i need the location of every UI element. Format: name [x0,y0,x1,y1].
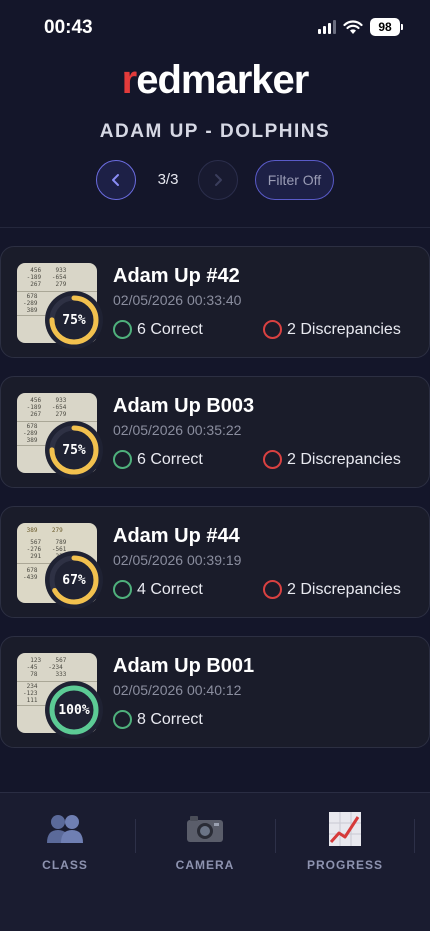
cellular-signal-icon [318,20,336,34]
status-bar: 00:43 98 [0,0,430,56]
card-title: Adam Up B003 [113,395,255,417]
logo-rest: edmarker [136,58,309,102]
battery-level: 98 [378,20,392,34]
logo-r: r [121,58,138,102]
card-date: 02/05/2026 00:33:40 [113,292,242,308]
tab-class[interactable]: CLASS [0,811,135,872]
tab-label: CLASS [42,858,88,872]
discrepancy-label: 2 Discrepancies [287,580,401,598]
status-time: 00:43 [44,17,93,38]
score-percent: 75% [62,442,86,458]
correct-circle-icon [113,580,132,599]
discrepancy-circle-icon [263,450,282,469]
progress-chart-icon [275,811,415,847]
header-divider [0,227,430,228]
chevron-left-icon [112,174,119,186]
tab-label: PROGRESS [306,858,383,872]
discrepancy-count: 2 Discrepancies [263,450,401,469]
page-indicator: 3/3 [157,171,179,188]
result-card[interactable]: 456 933 -189 -654 267 279 678 -289 389 7… [0,246,430,358]
tab-camera[interactable]: CAMERA [135,811,275,872]
correct-count: 6 Correct [113,320,203,339]
previous-page-button[interactable] [96,160,136,200]
score-ring: 75% [45,421,103,479]
correct-count: 4 Correct [113,580,203,599]
card-date: 02/05/2026 00:40:12 [113,682,242,698]
app-logo: redmarker [0,58,430,103]
tab-progress[interactable]: PROGRESS [275,811,415,872]
next-page-button[interactable] [198,160,238,200]
correct-label: 4 Correct [137,580,203,598]
class-title: ADAM UP - DOLPHINS [99,121,331,142]
pager: 3/3 Filter Off [0,160,430,200]
filter-button[interactable]: Filter Off [255,160,334,200]
discrepancy-label: 2 Discrepancies [287,450,401,468]
score-ring: 100% [45,681,103,739]
wifi-icon [343,19,363,34]
discrepancy-count: 2 Discrepancies [263,320,401,339]
battery-indicator: 98 [370,18,403,36]
score-ring: 75% [45,291,103,349]
card-title: Adam Up #42 [113,265,240,287]
card-title: Adam Up #44 [113,525,240,547]
camera-icon [135,811,275,847]
result-card[interactable]: 456 933 -189 -654 267 279 678 -289 389 7… [0,376,430,488]
correct-count: 8 Correct [113,710,203,729]
result-card[interactable]: 389 279 567 789 -276 -561 291 228 678 -4… [0,506,430,618]
tab-bar: CLASS CAMERA PROGRESS [0,793,430,931]
correct-label: 8 Correct [137,710,203,728]
class-people-icon [0,811,135,847]
result-card[interactable]: 123 567 -45 -234 78 333 234 -123 111 100… [0,636,430,748]
discrepancy-label: 2 Discrepancies [287,320,401,338]
tab-label: CAMERA [175,858,235,872]
chevron-right-icon [215,174,222,186]
score-percent: 75% [62,312,86,328]
card-date: 02/05/2026 00:39:19 [113,552,242,568]
status-icons: 98 [318,18,403,36]
score-percent: 67% [62,572,86,588]
discrepancy-circle-icon [263,320,282,339]
correct-label: 6 Correct [137,450,203,468]
correct-circle-icon [113,320,132,339]
tab-separator [414,819,415,853]
correct-circle-icon [113,450,132,469]
correct-label: 6 Correct [137,320,203,338]
discrepancy-count: 2 Discrepancies [263,580,401,599]
card-title: Adam Up B001 [113,655,255,677]
discrepancy-circle-icon [263,580,282,599]
score-percent: 100% [58,702,90,718]
score-ring: 67% [45,551,103,609]
card-date: 02/05/2026 00:35:22 [113,422,242,438]
correct-circle-icon [113,710,132,729]
correct-count: 6 Correct [113,450,203,469]
